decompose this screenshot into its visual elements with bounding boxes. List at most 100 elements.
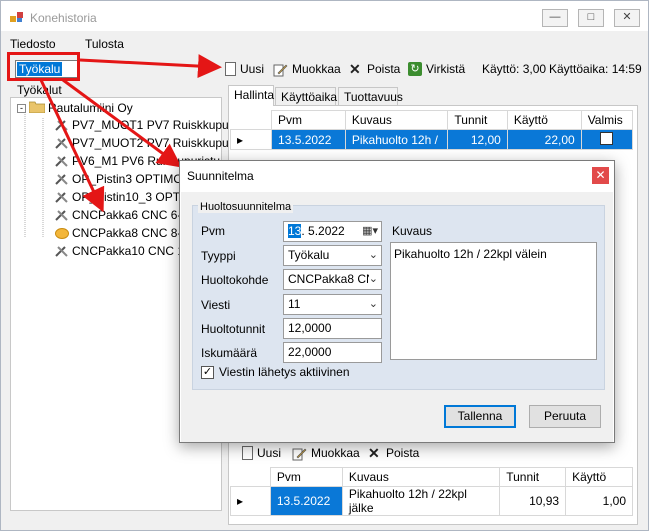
cell-kaytto[interactable]: 22,00	[506, 129, 582, 150]
col-header-tunnit[interactable]: Tunnit	[499, 467, 567, 487]
menu-file[interactable]: Tiedosto	[10, 37, 56, 51]
dialog-title: Suunnitelma	[187, 169, 254, 183]
cell-kuvaus[interactable]: Pikahuolto 12h / 22kpl jälke	[341, 486, 501, 516]
tab-hallinta[interactable]: Hallinta	[228, 85, 274, 106]
new-button[interactable]: Uusi	[225, 61, 264, 77]
bottom-grid: Pvm Kuvaus Tunnit Käyttö ▸ 13.5.2022 Pik…	[230, 467, 633, 516]
chevron-down-icon: ⌄	[368, 249, 378, 261]
bottom-delete-label: Poista	[386, 446, 420, 460]
tree-item-label: CNCPakka8 CNC 8-Re	[72, 226, 197, 240]
col-header-kaytto[interactable]: Käyttö	[506, 110, 582, 130]
tree-item-label: CNCPakka6 CNC 6-Re	[72, 208, 197, 222]
bottom-new-button[interactable]: Uusi	[242, 445, 281, 461]
row-header-cell	[230, 110, 272, 130]
tree-item-label: OP_Pistin3 OPTIMO le	[72, 172, 196, 186]
pvm-date-picker[interactable]: 13. 5.2022 ▦▾	[283, 221, 382, 242]
col-header-tunnit[interactable]: Tunnit	[447, 110, 508, 130]
delete-button[interactable]: ✕ Poista	[349, 61, 400, 77]
calendar-icon: ▦▾	[362, 225, 378, 237]
highlight-frame	[7, 52, 80, 81]
window-title: Konehistoria	[30, 11, 97, 25]
status-dot-icon	[55, 227, 69, 239]
col-header-kuvaus[interactable]: Kuvaus	[344, 110, 449, 130]
col-header-pvm[interactable]: Pvm	[271, 110, 346, 130]
app-icon	[10, 11, 24, 23]
kohde-select[interactable]: CNCPakka8 CN ⌄	[283, 269, 382, 290]
edit-button[interactable]: Muokkaa	[273, 61, 341, 77]
edit-button-label: Muokkaa	[292, 62, 341, 76]
save-button[interactable]: Tallenna	[444, 405, 516, 428]
minimize-icon: —	[549, 11, 561, 23]
cell-pvm[interactable]: 13.5.2022	[269, 486, 343, 516]
tree-root[interactable]: - Rautalumiini Oy	[17, 100, 133, 116]
kuvaus-textarea[interactable]: Pikahuolto 12h / 22kpl välein	[390, 242, 597, 360]
isku-input[interactable]: 22,0000	[283, 342, 382, 363]
close-button[interactable]: ✕	[614, 9, 640, 27]
minimize-button[interactable]: —	[542, 9, 568, 27]
bottom-new-label: Uusi	[257, 446, 282, 460]
tunnit-input[interactable]: 12,0000	[283, 318, 382, 339]
bottom-toolstrip: Uusi Muokkaa ✕ Poista	[226, 443, 638, 463]
tools-icon	[55, 155, 69, 167]
table-row[interactable]: ▸ 13.5.2022 Pikahuolto 12h / 12,00 22,00	[229, 129, 634, 150]
refresh-icon: ↻	[408, 62, 422, 76]
tree-item-label: PV7_MUOT2 PV7 Ruiskkupu	[72, 136, 229, 150]
grid-header-row: Pvm Kuvaus Tunnit Käyttö Valmis	[230, 110, 634, 130]
menu-print[interactable]: Tulosta	[85, 37, 124, 51]
dialog-close-button[interactable]: ✕	[592, 167, 609, 184]
refresh-button-label: Virkistä	[426, 62, 466, 76]
viesti-label: Viesti	[201, 298, 231, 312]
close-icon: ✕	[595, 168, 606, 182]
tab-tuottavuus[interactable]: Tuottavuus	[338, 87, 403, 106]
new-document-icon	[242, 446, 253, 460]
tree-item[interactable]: CNCPakka10 CNC 10	[55, 244, 191, 258]
bottom-edit-button[interactable]: Muokkaa	[292, 445, 360, 461]
tree-root-label: Rautalumiini Oy	[48, 101, 133, 115]
edit-pencil-icon	[273, 62, 288, 77]
maximize-button[interactable]: □	[578, 9, 604, 27]
chevron-down-icon: ⌄	[368, 270, 378, 289]
message-enabled-checkbox[interactable]: ✓	[201, 366, 214, 379]
valmis-checkbox[interactable]	[600, 131, 614, 145]
cell-kaytto[interactable]: 1,00	[565, 486, 633, 516]
cell-tunnit[interactable]: 12,00	[447, 129, 508, 150]
col-header-valmis[interactable]: Valmis	[580, 110, 634, 130]
cell-tunnit[interactable]: 10,93	[499, 486, 567, 516]
col-header-pvm[interactable]: Pvm	[269, 467, 343, 487]
pvm-label: Pvm	[201, 224, 225, 238]
viesti-value: 11	[288, 297, 301, 311]
close-icon: ✕	[622, 11, 632, 23]
row-selector[interactable]: ▸	[229, 129, 273, 150]
tyyppi-label: Tyyppi	[201, 249, 236, 263]
maximize-icon: □	[587, 11, 595, 23]
tree-item-selected[interactable]: CNCPakka8 CNC 8-Re	[55, 226, 197, 240]
cell-valmis[interactable]	[580, 129, 634, 150]
tree-item[interactable]: PV7_MUOT2 PV7 Ruiskkupu	[55, 136, 229, 150]
usage-readout: Käyttö: 3,00	[482, 62, 547, 76]
tree-item[interactable]: CNCPakka6 CNC 6-Re	[55, 208, 197, 222]
pvm-rest-value: . 5.2022	[301, 224, 345, 238]
dialog-body: Huoltosuunnitelma Pvm 13. 5.2022 ▦▾ Kuva…	[181, 192, 613, 442]
cancel-button[interactable]: Peruuta	[529, 405, 601, 428]
menu-bar: Tiedosto Tulosta	[1, 31, 648, 55]
tree-item[interactable]: OP_Pistin3 OPTIMO le	[55, 172, 195, 186]
refresh-button[interactable]: ↻ Virkistä	[408, 61, 465, 77]
viesti-select[interactable]: 11 ⌄	[283, 294, 382, 315]
cell-kuvaus[interactable]: Pikahuolto 12h /	[344, 129, 449, 150]
new-button-label: Uusi	[240, 62, 265, 76]
isku-label: Iskumäärä	[201, 346, 258, 360]
cell-pvm[interactable]: 13.5.2022	[271, 129, 346, 150]
tree-item[interactable]: PV7_MUOT1 PV7 Ruiskkupu	[55, 118, 229, 132]
bottom-delete-button[interactable]: ✕ Poista	[368, 445, 419, 461]
top-grid: Pvm Kuvaus Tunnit Käyttö Valmis ▸ 13.5.2…	[229, 110, 634, 150]
col-header-kaytto[interactable]: Käyttö	[565, 467, 633, 487]
tyyppi-value: Työkalu	[288, 248, 330, 262]
table-row[interactable]: ▸ 13.5.2022 Pikahuolto 12h / 22kpl jälke…	[230, 486, 633, 516]
tab-kayttoaika[interactable]: Käyttöaika	[275, 87, 337, 106]
row-selector[interactable]: ▸	[230, 486, 271, 516]
tyyppi-select[interactable]: Työkalu ⌄	[283, 245, 382, 266]
col-header-kuvaus[interactable]: Kuvaus	[341, 467, 501, 487]
checkmark-icon: ✓	[202, 366, 213, 378]
tunnit-label: Huoltotunnit	[201, 322, 266, 336]
plan-dialog: Suunnitelma ✕ Huoltosuunnitelma Pvm 13. …	[179, 160, 615, 443]
